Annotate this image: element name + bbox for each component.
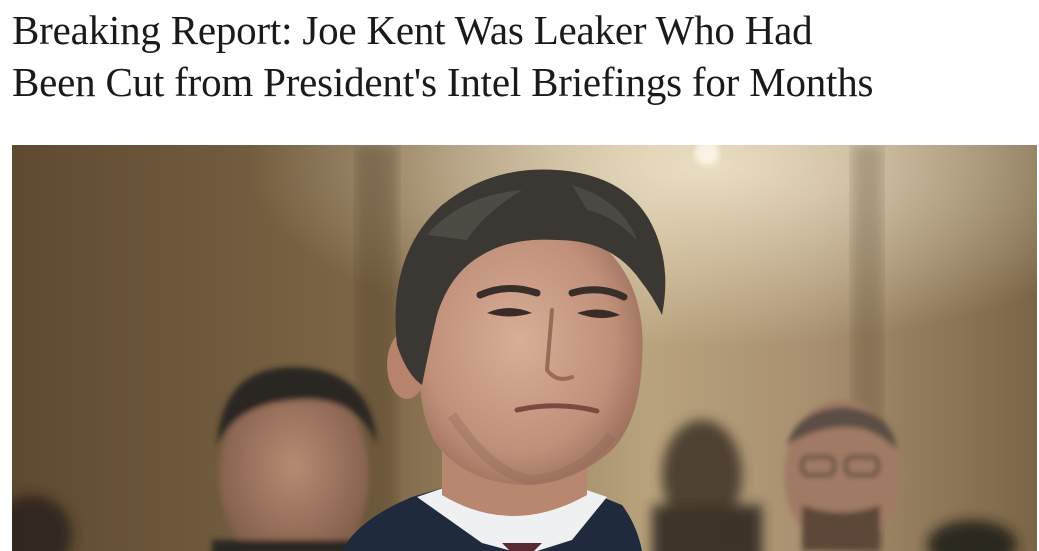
article-photo	[12, 145, 1037, 551]
headline-line-2: Been Cut from President's Intel Briefing…	[12, 59, 874, 105]
article-headline: Breaking Report: Joe Kent Was Leaker Who…	[12, 4, 1032, 108]
hearing-photo-illustration	[12, 145, 1037, 551]
headline-line-1: Breaking Report: Joe Kent Was Leaker Who…	[12, 7, 813, 53]
